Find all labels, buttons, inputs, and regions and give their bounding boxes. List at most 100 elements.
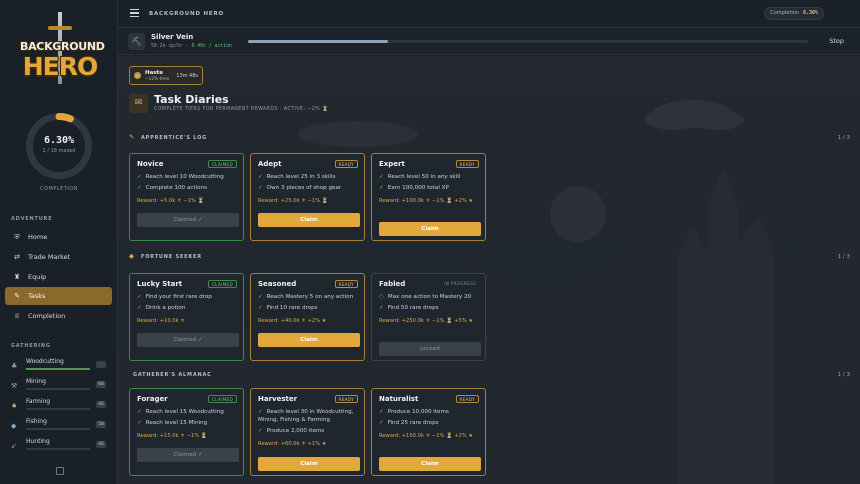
- completion-maxed: 1 / 18 maxed: [42, 148, 76, 154]
- nav-completion[interactable]: ♕ Completion: [5, 307, 112, 325]
- requirement: ✓ Find 50 rare drops: [379, 305, 483, 313]
- card-title: Harvester: [258, 395, 298, 403]
- completion-label: COMPLETION: [40, 186, 78, 192]
- requirement-text: Produce 2,000 items: [266, 428, 325, 434]
- reward: Reward: +250.0k ⚜ −1% ⏳ +5% ★: [379, 318, 474, 324]
- status-badge: READY: [334, 395, 358, 403]
- check-icon: ✓: [258, 428, 263, 434]
- skill-progress-bar: [26, 428, 90, 430]
- xp-rate: 50.2k xp/hr: [151, 44, 183, 49]
- current-action-stats: 50.2k xp/hr · 0.40s / action: [151, 44, 232, 49]
- skill-woodcutting[interactable]: ♣ Woodcutting -: [8, 358, 108, 376]
- check-icon: ✓: [379, 420, 384, 426]
- requirement-text: Find your first rare drop: [145, 294, 212, 300]
- page-subtitle: COMPLETE TIERS FOR PERMANENT REWARDS · A…: [154, 107, 329, 112]
- requirement: ✓ Find 10 rare drops: [258, 305, 362, 313]
- top-bar: BACKGROUND HERO Completion 6.30%: [118, 0, 860, 28]
- task-card-novice: Novice CLAIMED ✓ Reach level 10 Woodcutti…: [129, 153, 244, 241]
- claim-button[interactable]: Claim: [258, 457, 360, 471]
- status-badge: CLAIMED: [207, 280, 237, 288]
- requirement: ✓ Complete 100 actions: [137, 185, 241, 193]
- sword-hilt: [48, 26, 72, 30]
- card-title: Novice: [137, 160, 164, 168]
- nav-equip[interactable]: ♜ Equip: [5, 268, 112, 286]
- buff-remaining: 13m 48s: [176, 73, 198, 79]
- claimed-button: Claimed ✓: [137, 213, 239, 227]
- requirement-text: Reach level 15 Woodcutting: [145, 409, 224, 415]
- requirement: ✓ Reach Mastery 5 on any action: [258, 294, 362, 302]
- status-badge: IN PROGRESS: [444, 281, 476, 286]
- skill-level-badge: 68: [96, 381, 106, 388]
- tasks-icon: ✎: [14, 292, 20, 300]
- claim-button[interactable]: Claim: [379, 222, 481, 236]
- claim-button[interactable]: Claim: [258, 213, 360, 227]
- status-badge: READY: [455, 160, 479, 168]
- skill-progress-bar: [26, 448, 90, 450]
- shield-icon: ⛨: [14, 232, 20, 241]
- skill-fishing[interactable]: ◆ Fishing 58: [8, 418, 108, 436]
- bow-icon: ➹: [11, 442, 17, 450]
- check-icon: ✓: [258, 294, 263, 300]
- haste-buff[interactable]: ⌛ Haste −12% time 13m 48s: [129, 66, 203, 85]
- requirement-text: Reach level 10 Woodcutting: [145, 174, 224, 180]
- hourglass-icon: ⌛: [134, 72, 141, 79]
- nav-tasks[interactable]: ✎ Tasks: [5, 287, 112, 305]
- skill-hunting[interactable]: ➹ Hunting 46: [8, 438, 108, 456]
- check-icon: ✓: [137, 409, 142, 415]
- requirement-text: Complete 100 actions: [145, 185, 208, 191]
- card-title: Adept: [258, 160, 282, 168]
- task-card-fabled: Fabled IN PROGRESS ○ Max one action to Ma…: [371, 273, 486, 361]
- reward: Reward: +5.0k ⚜ −1% ⏳: [137, 198, 204, 204]
- reward: Reward: +15.0k ⚜ −1% ⏳: [137, 433, 208, 439]
- completion-pill[interactable]: Completion 6.30%: [764, 7, 824, 20]
- section-pager[interactable]: 1 / 3: [838, 254, 850, 260]
- tree-icon: ♣: [11, 362, 18, 370]
- collapse-sidebar-icon[interactable]: [56, 467, 64, 475]
- card-title: Lucky Start: [137, 280, 183, 288]
- requirement-text: Produce 10,000 items: [387, 409, 449, 415]
- check-icon: ✓: [137, 305, 142, 311]
- skill-mining[interactable]: ⚒ Mining 68: [8, 378, 108, 396]
- requirement: ✓ Reach level 10 Woodcutting: [137, 174, 241, 182]
- requirement-text: Reach Mastery 5 on any action: [266, 294, 354, 300]
- requirement: ✓ Find 25 rare drops: [379, 420, 483, 428]
- requirement: ✓ Reach level 15 Woodcutting: [137, 409, 241, 417]
- buff-desc: −12% time: [145, 77, 170, 82]
- claim-button[interactable]: Claim: [258, 333, 360, 347]
- check-icon: ✓: [379, 409, 384, 415]
- check-icon: ✓: [379, 185, 384, 191]
- skill-level-badge: -: [96, 361, 106, 368]
- requirement: ✓ Find your first rare drop: [137, 294, 241, 302]
- gathering-heading: GATHERING: [11, 343, 51, 349]
- requirement-text: Find 25 rare drops: [387, 420, 439, 426]
- skill-name: Fishing: [26, 418, 47, 425]
- requirement-text: Find 50 rare drops: [387, 305, 439, 311]
- requirement-text: Own 3 pieces of shop gear: [266, 185, 342, 191]
- requirement-text: Reach level 15 Mining: [145, 420, 208, 426]
- nav-home[interactable]: ⛨ Home: [5, 228, 112, 246]
- nav-trade-market[interactable]: ⇄ Trade Market: [5, 248, 112, 266]
- skill-name: Mining: [26, 378, 46, 385]
- skill-progress-bar: [26, 388, 90, 390]
- task-card-forager: Forager CLAIMED ✓ Reach level 15 Woodcutt…: [129, 388, 244, 476]
- current-action-bar: ⛏ Silver Vein 50.2k xp/hr · 0.40s / acti…: [118, 29, 860, 55]
- requirement: ✓ Own 3 pieces of shop gear: [258, 185, 362, 193]
- completion-percent: 6.30%: [43, 135, 75, 146]
- requirement: ✓ Earn 100,000 total XP: [379, 185, 483, 193]
- locked-button: Locked: [379, 342, 481, 356]
- stop-button[interactable]: Stop: [829, 37, 844, 45]
- section-pager[interactable]: 1 / 3: [838, 135, 850, 141]
- task-card-adept: Adept READY ✓ Reach level 25 in 3 skills …: [250, 153, 365, 241]
- game-logo[interactable]: BACKGROUND HERO: [20, 10, 105, 92]
- status-badge: READY: [455, 395, 479, 403]
- skill-name: Farming: [26, 398, 51, 405]
- completion-pill-label: Completion: [770, 10, 799, 16]
- menu-icon[interactable]: [130, 9, 139, 17]
- requirement: ✓ Produce 10,000 items: [379, 409, 483, 417]
- claim-button[interactable]: Claim: [379, 457, 481, 471]
- card-title: Expert: [379, 160, 405, 168]
- card-title: Forager: [137, 395, 168, 403]
- requirement-text: Reach level 30 in Woodcutting, Mining, F…: [258, 409, 354, 423]
- section-pager[interactable]: 1 / 3: [838, 372, 850, 378]
- skill-farming[interactable]: ♠ Farming 46: [8, 398, 108, 416]
